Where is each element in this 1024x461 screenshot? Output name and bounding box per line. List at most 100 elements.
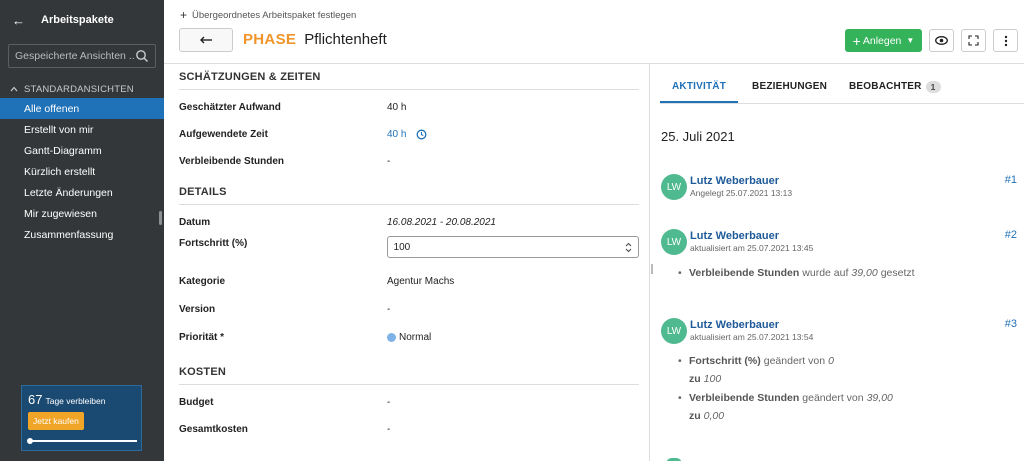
saved-views-search-input[interactable]: Gespeicherte Ansichten ... [8, 44, 156, 68]
change-to: 100 [703, 373, 722, 385]
sidebar: ← Arbeitspakete Gespeicherte Ansichten .… [0, 0, 164, 461]
create-label: Anlegen [862, 34, 902, 47]
bullet: • [678, 392, 682, 404]
category-value[interactable]: Agentur Machs [387, 276, 454, 287]
activity-change-to: zu 0,00 [689, 410, 724, 422]
activity-change: • Fortschritt (%) geändert von 0 [678, 355, 834, 367]
sidebar-header: ← Arbeitspakete [0, 0, 164, 40]
activity-change: • Verbleibende Stunden geändert von 39,0… [678, 392, 893, 404]
date-value[interactable]: 16.08.2021 - 20.08.2021 [387, 217, 496, 228]
work-package-subject[interactable]: Pflichtenheft [304, 31, 387, 48]
trial-box: 67 Tage verbleiben Jetzt kaufen [21, 385, 142, 451]
change-field: Verbleibende Stunden [689, 392, 800, 404]
search-icon[interactable] [135, 49, 149, 63]
avatar: LW [661, 229, 687, 255]
field-label: Verbleibende Stunden [179, 156, 285, 167]
expand-icon [968, 35, 979, 46]
trial-days-label: Tage verbleiben [45, 396, 106, 406]
spent-time-link[interactable]: 40 h [387, 129, 406, 140]
sidebar-item-zusammenfassung[interactable]: Zusammenfassung [0, 224, 164, 245]
budget-value[interactable]: - [387, 397, 390, 408]
budget-row: Budget - [179, 389, 639, 416]
change-field: Fortschritt (%) [689, 355, 761, 367]
activity-number-link[interactable]: #3 [1005, 318, 1017, 330]
field-label: Kategorie [179, 276, 226, 287]
work-package-type[interactable]: PHASE [243, 31, 296, 48]
version-value[interactable]: - [387, 304, 390, 315]
sidebar-item-alle-offenen[interactable]: Alle offenen [0, 98, 164, 119]
watch-button[interactable] [929, 29, 954, 52]
costs-section-title: KOSTEN [179, 359, 639, 385]
version-row: Version - [179, 296, 639, 323]
more-menu-button[interactable] [993, 29, 1018, 52]
sidebar-item-gantt[interactable]: Gantt-Diagramm [0, 140, 164, 161]
field-label: Geschätzter Aufwand [179, 102, 281, 113]
arrow-left-icon [200, 36, 212, 44]
set-parent-label: Übergeordnetes Arbeitspaket festlegen [192, 9, 357, 21]
activity-user-link[interactable]: Lutz Weberbauer [690, 175, 779, 187]
priority-value[interactable]: Normal [387, 332, 431, 343]
sidebar-item-erstellt-von-mir[interactable]: Erstellt von mir [0, 119, 164, 140]
set-parent-link[interactable]: + Übergeordnetes Arbeitspaket festlegen [180, 8, 356, 22]
change-to-label: zu [689, 373, 701, 385]
sidebar-section-header[interactable]: STANDARDANSICHTEN [0, 82, 164, 96]
tab-relations[interactable]: BEZIEHUNGEN [752, 64, 827, 103]
tab-watchers[interactable]: BEOBACHTER 1 [849, 64, 941, 103]
sidebar-item-letzte-aenderungen[interactable]: Letzte Änderungen [0, 182, 164, 203]
activity-tabs: AKTIVITÄT BEZIEHUNGEN BEOBACHTER 1 [660, 64, 1024, 104]
total-costs-row: Gesamtkosten - [179, 416, 639, 443]
activity-user-link[interactable]: Lutz Weberbauer [690, 319, 779, 331]
spent-time-row: Aufgewendete Zeit 40 h [179, 121, 639, 148]
sidebar-item-mir-zugewiesen[interactable]: Mir zugewiesen [0, 203, 164, 224]
trial-progress-bar [27, 438, 137, 444]
remaining-hours-row: Verbleibende Stunden - [179, 148, 639, 175]
sidebar-item-kuerzlich-erstellt[interactable]: Kürzlich erstellt [0, 161, 164, 182]
eye-icon [935, 36, 948, 45]
arrow-left-icon[interactable]: ← [12, 13, 25, 28]
page-title: PHASE Pflichtenheft [243, 31, 387, 48]
activity-date-heading: 25. Juli 2021 [661, 129, 735, 144]
search-placeholder: Gespeicherte Ansichten ... [15, 50, 135, 62]
field-label: Gesamtkosten [179, 424, 248, 435]
estimates-section-title: SCHÄTZUNGEN & ZEITEN [179, 64, 639, 90]
estimated-effort-value[interactable]: 40 h [387, 102, 406, 113]
priority-label: Normal [399, 332, 432, 343]
estimated-effort-row: Geschätzter Aufwand 40 h [179, 94, 639, 121]
change-suffix: gesetzt [880, 267, 915, 279]
change-from: 0 [828, 355, 834, 367]
spinner-icon[interactable] [625, 242, 632, 253]
progress-input-value: 100 [393, 241, 411, 253]
plus-icon: + [180, 8, 188, 22]
change-value: 39,00 [851, 267, 878, 279]
watchers-count-badge: 1 [925, 81, 941, 93]
total-costs-value: - [387, 424, 391, 435]
panel-resize-handle[interactable] [651, 264, 653, 274]
activity-meta: Angelegt 25.07.2021 13:13 [690, 188, 793, 198]
activity-number-link[interactable]: #2 [1005, 229, 1017, 241]
clock-icon[interactable] [416, 129, 427, 140]
chevron-up-icon [10, 86, 18, 92]
activity-user-link[interactable]: Lutz Weberbauer [690, 230, 779, 242]
change-text: geändert von [802, 392, 864, 404]
progress-input[interactable]: 100 [386, 236, 639, 258]
sidebar-list: Alle offenen Erstellt von mir Gantt-Diag… [0, 98, 164, 245]
priority-row: Priorität * Normal [179, 324, 639, 351]
tab-activity[interactable]: AKTIVITÄT [660, 64, 739, 103]
fullscreen-button[interactable] [961, 29, 986, 52]
details-panel: SCHÄTZUNGEN & ZEITEN Geschätzter Aufwand… [179, 64, 639, 443]
buy-now-button[interactable]: Jetzt kaufen [28, 412, 84, 430]
create-button[interactable]: + Anlegen ▼ [845, 29, 922, 52]
back-button[interactable] [179, 28, 233, 52]
activity-number-link[interactable]: #1 [1005, 174, 1017, 186]
category-row: Kategorie Agentur Machs [179, 268, 639, 295]
details-section-title: DETAILS [179, 179, 639, 205]
sidebar-resize-handle[interactable] [159, 211, 162, 225]
spent-time-value[interactable]: 40 h [387, 129, 427, 140]
more-vertical-icon [1004, 35, 1007, 46]
field-label: Aufgewendete Zeit [179, 129, 268, 140]
change-to: 0,00 [703, 410, 725, 422]
plus-icon: + [852, 32, 861, 49]
avatar: LW [661, 318, 687, 344]
avatar: LW [661, 174, 687, 200]
remaining-hours-value[interactable]: - [387, 156, 390, 167]
